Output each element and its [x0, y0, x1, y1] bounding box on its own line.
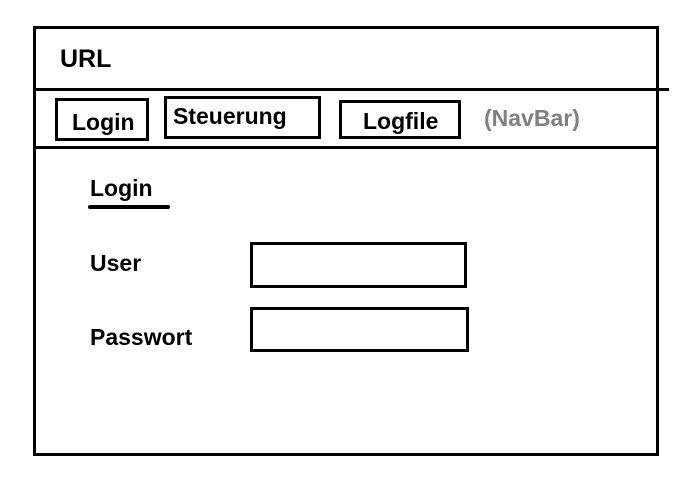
navbar-caption: (NavBar): [484, 105, 580, 131]
browser-window: URL Login Steuerung Logfile (NavBar) Log…: [33, 26, 669, 456]
password-input[interactable]: [250, 307, 469, 352]
user-input[interactable]: [250, 242, 467, 288]
password-label: Passwort: [90, 324, 193, 350]
url-bar[interactable]: URL: [36, 29, 656, 90]
nav-login-button[interactable]: Login: [55, 98, 149, 141]
url-bar-divider-overhang: [659, 88, 669, 91]
navbar-divider: [36, 146, 656, 149]
nav-logfile-button[interactable]: Logfile: [339, 100, 461, 139]
user-label: User: [90, 250, 142, 276]
login-title: Login: [90, 175, 153, 201]
url-bar-divider: [36, 88, 656, 91]
url-text: URL: [60, 45, 112, 73]
login-title-underline: [88, 205, 170, 209]
nav-steuerung-button[interactable]: Steuerung: [164, 96, 321, 139]
